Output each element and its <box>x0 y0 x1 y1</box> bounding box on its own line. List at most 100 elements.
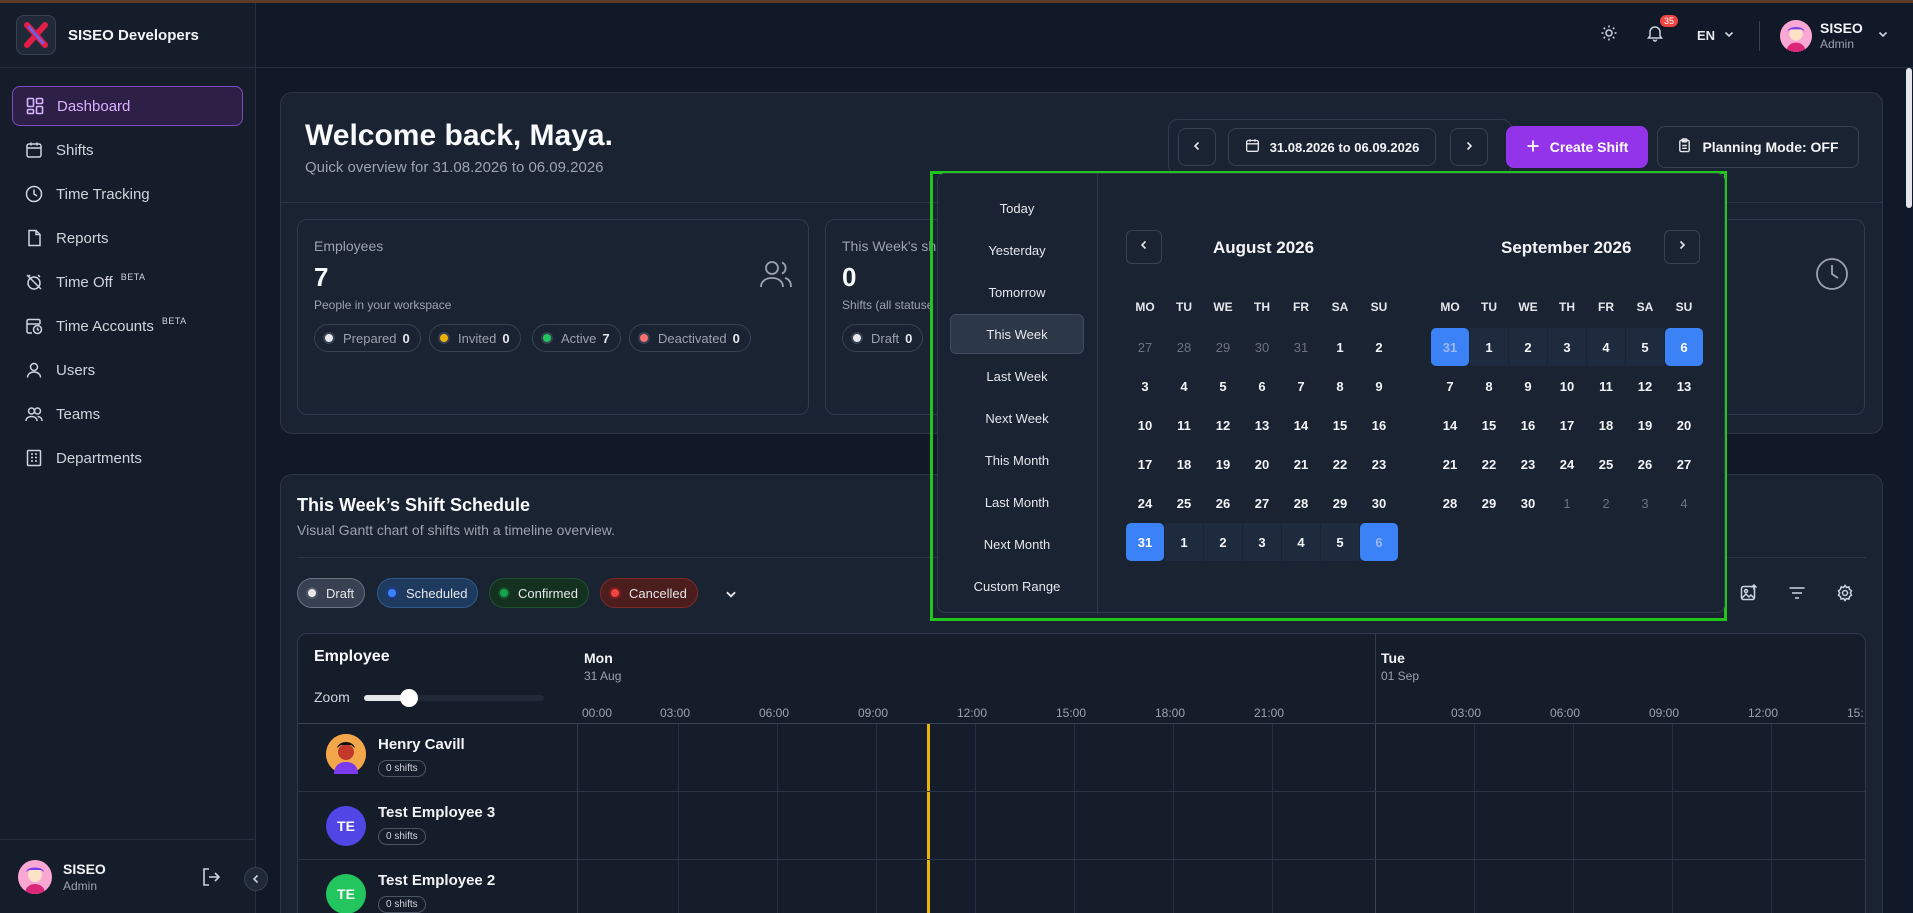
calendar-day[interactable]: 28 <box>1282 484 1320 522</box>
calendar-day[interactable]: 7 <box>1282 367 1320 405</box>
preset-today[interactable]: Today <box>950 188 1084 228</box>
calendar-day[interactable]: 1 <box>1470 328 1508 366</box>
calendar-day[interactable]: 4 <box>1587 328 1625 366</box>
calendar-day[interactable]: 3 <box>1243 523 1281 561</box>
calendar-day[interactable]: 6 <box>1360 523 1398 561</box>
sidebar-item-time-tracking[interactable]: Time Tracking <box>12 174 243 214</box>
calendar-day[interactable]: 27 <box>1126 328 1164 366</box>
sidebar-item-shifts[interactable]: Shifts <box>12 130 243 170</box>
language-select[interactable]: EN <box>1697 3 1735 68</box>
calendar-day[interactable]: 23 <box>1360 445 1398 483</box>
filter-cancelled[interactable]: Cancelled <box>600 578 698 608</box>
table-row[interactable]: Henry Cavill 0 shifts <box>298 724 1865 792</box>
calendar-day[interactable]: 4 <box>1165 367 1203 405</box>
sidebar-item-users[interactable]: Users <box>12 350 243 390</box>
sidebar-item-teams[interactable]: Teams <box>12 394 243 434</box>
calendar-day[interactable]: 9 <box>1360 367 1398 405</box>
calendar-day[interactable]: 1 <box>1165 523 1203 561</box>
zoom-slider-thumb[interactable] <box>400 689 418 707</box>
calendar-day[interactable]: 8 <box>1321 367 1359 405</box>
settings-icon[interactable] <box>1836 584 1854 607</box>
calendar-day[interactable]: 22 <box>1470 445 1508 483</box>
preset-last-month[interactable]: Last Month <box>950 482 1084 522</box>
calendar-day[interactable]: 18 <box>1587 406 1625 444</box>
calendar-day[interactable]: 24 <box>1126 484 1164 522</box>
calendar-day[interactable]: 26 <box>1626 445 1664 483</box>
filter-confirmed[interactable]: Confirmed <box>489 578 589 608</box>
calendar-day[interactable]: 2 <box>1509 328 1547 366</box>
calendar-day[interactable]: 31 <box>1282 328 1320 366</box>
calendar-day[interactable]: 18 <box>1165 445 1203 483</box>
calendar-day[interactable]: 14 <box>1431 406 1469 444</box>
calendar-day[interactable]: 13 <box>1243 406 1281 444</box>
date-range-button[interactable]: 31.08.2026 to 06.09.2026 <box>1228 128 1436 166</box>
calendar-day[interactable]: 31 <box>1126 523 1164 561</box>
calendar-day[interactable]: 27 <box>1665 445 1703 483</box>
calendar-day[interactable]: 24 <box>1548 445 1586 483</box>
calendar-day[interactable]: 28 <box>1165 328 1203 366</box>
calendar-day[interactable]: 29 <box>1204 328 1242 366</box>
preset-next-month[interactable]: Next Month <box>950 524 1084 564</box>
calendar-day[interactable]: 17 <box>1548 406 1586 444</box>
calendar-day[interactable]: 16 <box>1360 406 1398 444</box>
calendar-day[interactable]: 30 <box>1360 484 1398 522</box>
calendar-day[interactable]: 3 <box>1626 484 1664 522</box>
calendar-day[interactable]: 3 <box>1126 367 1164 405</box>
chevron-down-icon[interactable] <box>724 587 738 606</box>
calendar-day[interactable]: 21 <box>1282 445 1320 483</box>
filter-scheduled[interactable]: Scheduled <box>377 578 479 608</box>
calendar-day[interactable]: 16 <box>1509 406 1547 444</box>
filter-draft[interactable]: Draft <box>297 578 366 608</box>
collapse-sidebar-button[interactable] <box>244 867 268 891</box>
logout-icon[interactable] <box>200 866 222 893</box>
calendar-day[interactable]: 8 <box>1470 367 1508 405</box>
notifications-button[interactable]: 35 <box>1646 3 1679 68</box>
calendar-day[interactable]: 19 <box>1204 445 1242 483</box>
zoom-slider[interactable] <box>364 689 544 707</box>
prev-month-button[interactable] <box>1126 230 1162 264</box>
calendar-day[interactable]: 20 <box>1243 445 1281 483</box>
calendar-day[interactable]: 29 <box>1321 484 1359 522</box>
calendar-day[interactable]: 2 <box>1204 523 1242 561</box>
calendar-day[interactable]: 1 <box>1548 484 1586 522</box>
calendar-day[interactable]: 15 <box>1321 406 1359 444</box>
page-scrollbar[interactable] <box>1905 68 1913 913</box>
calendar-day[interactable]: 30 <box>1243 328 1281 366</box>
calendar-day[interactable]: 26 <box>1204 484 1242 522</box>
filter-icon[interactable] <box>1788 584 1806 607</box>
calendar-day[interactable]: 21 <box>1431 445 1469 483</box>
calendar-day[interactable]: 5 <box>1626 328 1664 366</box>
calendar-day[interactable]: 11 <box>1165 406 1203 444</box>
scrollbar-thumb[interactable] <box>1906 68 1912 208</box>
calendar-day[interactable]: 29 <box>1470 484 1508 522</box>
calendar-day[interactable]: 6 <box>1665 328 1703 366</box>
calendar-day[interactable]: 30 <box>1509 484 1547 522</box>
calendar-day[interactable]: 6 <box>1243 367 1281 405</box>
export-image-icon[interactable] <box>1740 583 1758 607</box>
calendar-day[interactable]: 23 <box>1509 445 1547 483</box>
calendar-day[interactable]: 22 <box>1321 445 1359 483</box>
sidebar-item-time-accounts[interactable]: Time Accounts BETA <box>12 306 243 346</box>
calendar-day[interactable]: 5 <box>1204 367 1242 405</box>
preset-custom-range[interactable]: Custom Range <box>950 566 1084 606</box>
prev-range-button[interactable] <box>1178 128 1216 166</box>
calendar-day[interactable]: 4 <box>1282 523 1320 561</box>
calendar-day[interactable]: 25 <box>1165 484 1203 522</box>
preset-yesterday[interactable]: Yesterday <box>950 230 1084 270</box>
calendar-day[interactable]: 31 <box>1431 328 1469 366</box>
theme-toggle[interactable] <box>1600 3 1618 68</box>
preset-this-week[interactable]: This Week <box>950 314 1084 354</box>
calendar-day[interactable]: 27 <box>1243 484 1281 522</box>
calendar-day[interactable]: 13 <box>1665 367 1703 405</box>
calendar-day[interactable]: 2 <box>1360 328 1398 366</box>
user-menu[interactable]: SISEO Admin <box>1780 3 1889 68</box>
calendar-day[interactable]: 12 <box>1204 406 1242 444</box>
table-row[interactable]: TE Test Employee 2 0 shifts <box>298 860 1865 913</box>
calendar-day[interactable]: 11 <box>1587 367 1625 405</box>
calendar-day[interactable]: 19 <box>1626 406 1664 444</box>
next-range-button[interactable] <box>1450 128 1488 166</box>
preset-tomorrow[interactable]: Tomorrow <box>950 272 1084 312</box>
calendar-day[interactable]: 4 <box>1665 484 1703 522</box>
calendar-day[interactable]: 12 <box>1626 367 1664 405</box>
planning-mode-button[interactable]: Planning Mode: OFF <box>1657 126 1859 168</box>
